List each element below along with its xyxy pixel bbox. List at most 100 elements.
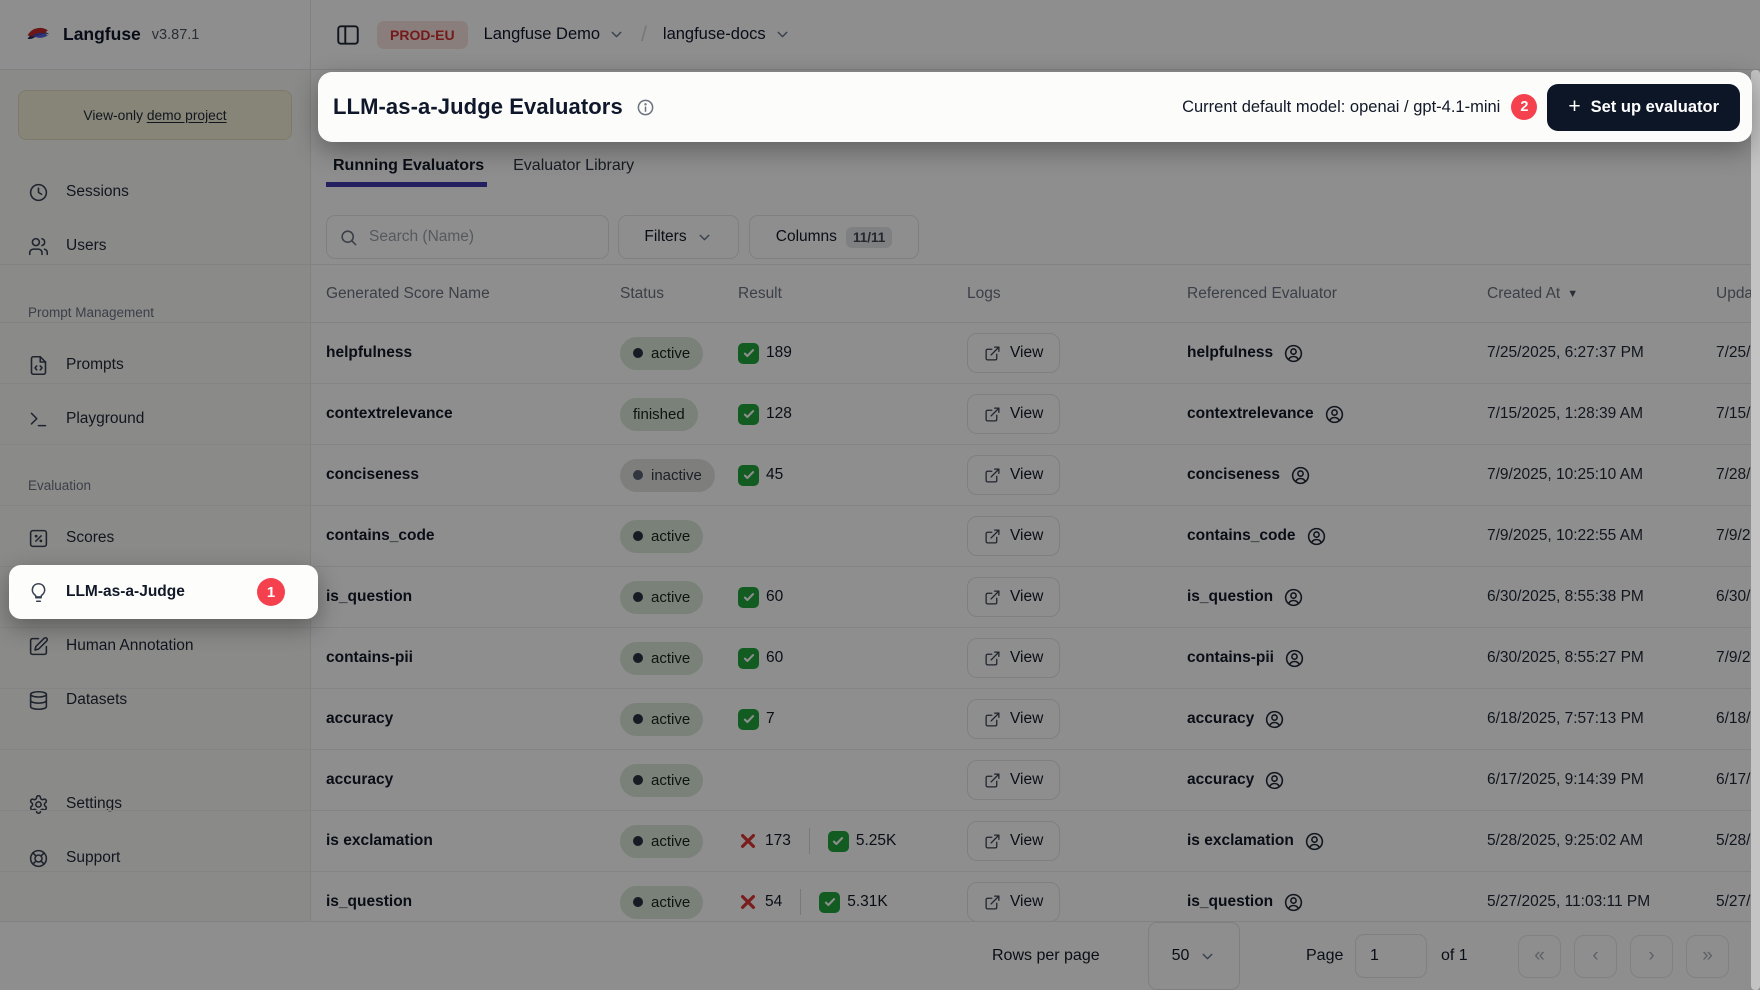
sidebar-item-llm-as-a-judge[interactable]: LLM-as-a-Judge 1 xyxy=(9,565,318,619)
table-row[interactable]: contextrelevancefinished128Viewcontextre… xyxy=(0,384,1760,445)
view-logs-button[interactable]: View xyxy=(967,455,1060,495)
sidebar-item-sessions[interactable]: Sessions xyxy=(0,165,311,219)
last-page-button[interactable]: » xyxy=(1686,935,1729,978)
result-count: 7 xyxy=(766,710,775,728)
info-icon[interactable] xyxy=(636,98,655,117)
external-link-icon xyxy=(984,406,1001,423)
rows-per-page-select[interactable]: 50 xyxy=(1148,922,1240,990)
langfuse-logo-icon xyxy=(25,21,52,48)
logs-cell: View xyxy=(967,506,1060,566)
score-name: conciseness xyxy=(326,466,419,484)
scrollbar[interactable] xyxy=(1751,70,1760,990)
clock-icon xyxy=(28,182,49,203)
status-badge: active xyxy=(620,337,703,370)
demo-project-link[interactable]: demo project xyxy=(147,108,227,123)
view-logs-button[interactable]: View xyxy=(967,760,1060,800)
view-logs-button[interactable]: View xyxy=(967,699,1060,739)
referenced-evaluator-cell: helpfulness xyxy=(1187,323,1304,383)
external-link-icon xyxy=(984,711,1001,728)
view-logs-button[interactable]: View xyxy=(967,516,1060,556)
project-name: langfuse-docs xyxy=(663,25,766,44)
column-header-label: Result xyxy=(738,285,782,303)
table-row[interactable]: contains-piiactive60Viewcontains-pii6/30… xyxy=(0,628,1760,689)
status-dot-icon xyxy=(633,897,643,907)
score-name: accuracy xyxy=(326,710,393,728)
first-page-button[interactable]: « xyxy=(1518,935,1561,978)
table-row[interactable]: is_questionactive545.31KViewis_question5… xyxy=(0,872,1760,921)
column-header-status[interactable]: Status xyxy=(620,265,664,322)
created-at-cell: 7/9/2025, 10:25:10 AM xyxy=(1487,445,1643,505)
referenced-evaluator-name: conciseness xyxy=(1187,466,1280,484)
project-switcher[interactable]: langfuse-docs xyxy=(663,25,791,44)
table-row[interactable]: accuracyactive7Viewaccuracy6/18/2025, 7:… xyxy=(0,689,1760,750)
pass-check-icon xyxy=(819,892,840,913)
tab-evaluator-library[interactable]: Evaluator Library xyxy=(513,148,634,184)
org-switcher[interactable]: Langfuse Demo xyxy=(484,25,626,44)
status-label: active xyxy=(651,772,690,789)
referenced-evaluator-cell: accuracy xyxy=(1187,689,1285,749)
page-count-label: of 1 xyxy=(1441,922,1468,990)
tour-step-badge: 2 xyxy=(1511,94,1537,120)
notice-text: View-only xyxy=(83,108,146,123)
table-row[interactable]: accuracyactiveViewaccuracy6/17/2025, 9:1… xyxy=(0,750,1760,811)
referenced-evaluator-cell: accuracy xyxy=(1187,750,1285,810)
external-link-icon xyxy=(984,345,1001,362)
page-title: LLM-as-a-Judge Evaluators xyxy=(333,94,623,120)
user-circle-icon xyxy=(1283,892,1304,913)
view-logs-button[interactable]: View xyxy=(967,394,1060,434)
columns-count-badge: 11/11 xyxy=(846,227,892,248)
view-logs-label: View xyxy=(1010,771,1043,789)
columns-button[interactable]: Columns 11/11 xyxy=(749,215,919,259)
pass-check-icon xyxy=(738,465,759,486)
view-logs-button[interactable]: View xyxy=(967,821,1060,861)
table-row[interactable]: contains_codeactiveViewcontains_code7/9/… xyxy=(0,506,1760,567)
score-name: contextrelevance xyxy=(326,405,453,423)
status-label: active xyxy=(651,528,690,545)
column-header-generated-score-name[interactable]: Generated Score Name xyxy=(326,265,490,322)
tab-running-evaluators[interactable]: Running Evaluators xyxy=(333,148,484,184)
logs-cell: View xyxy=(967,689,1060,749)
table-row[interactable]: is exclamationactive1735.25KViewis excla… xyxy=(0,811,1760,872)
sidebar-item-label: LLM-as-a-Judge xyxy=(66,583,185,601)
status-cell: active xyxy=(620,628,703,688)
columns-label: Columns xyxy=(776,228,837,246)
status-label: inactive xyxy=(651,467,702,484)
status-cell: active xyxy=(620,689,703,749)
view-logs-button[interactable]: View xyxy=(967,638,1060,678)
view-logs-button[interactable]: View xyxy=(967,882,1060,921)
table-row[interactable]: helpfulnessactive189Viewhelpfulness7/25/… xyxy=(0,323,1760,384)
filters-button[interactable]: Filters xyxy=(618,215,739,259)
column-header-result[interactable]: Result xyxy=(738,265,782,322)
page-header-spotlight: LLM-as-a-Judge Evaluators Current defaul… xyxy=(318,72,1752,142)
referenced-evaluator-name: accuracy xyxy=(1187,771,1254,789)
column-header-logs[interactable]: Logs xyxy=(967,265,1001,322)
result-cell: 189 xyxy=(738,323,792,383)
table-row[interactable]: concisenessinactive45Viewconciseness7/9/… xyxy=(0,445,1760,506)
view-logs-button[interactable]: View xyxy=(967,577,1060,617)
view-logs-label: View xyxy=(1010,893,1043,911)
status-badge: active xyxy=(620,764,703,797)
next-page-button[interactable]: › xyxy=(1630,935,1673,978)
status-dot-icon xyxy=(633,714,643,724)
page-number-input[interactable] xyxy=(1355,934,1427,978)
tour-step-badge: 1 xyxy=(257,578,285,606)
user-circle-icon xyxy=(1283,343,1304,364)
panel-left-toggle-icon[interactable] xyxy=(335,22,361,48)
result-divider xyxy=(800,889,801,915)
search-icon xyxy=(339,228,358,247)
column-header-referenced-evaluator[interactable]: Referenced Evaluator xyxy=(1187,265,1337,322)
tab-bar: Running Evaluators Evaluator Library xyxy=(333,148,634,184)
logs-cell: View xyxy=(967,384,1060,444)
score-name-cell: contains_code xyxy=(326,506,435,566)
column-header-created-at[interactable]: Created At▼ xyxy=(1487,265,1578,322)
external-link-icon xyxy=(984,589,1001,606)
setup-evaluator-button[interactable]: Set up evaluator xyxy=(1547,84,1740,131)
user-circle-icon xyxy=(1284,648,1305,669)
prev-page-button[interactable]: ‹ xyxy=(1574,935,1617,978)
view-logs-button[interactable]: View xyxy=(967,333,1060,373)
view-logs-label: View xyxy=(1010,832,1043,850)
search-input[interactable] xyxy=(367,227,596,247)
external-link-icon xyxy=(984,528,1001,545)
external-link-icon xyxy=(984,894,1001,911)
status-badge: active xyxy=(620,825,703,858)
